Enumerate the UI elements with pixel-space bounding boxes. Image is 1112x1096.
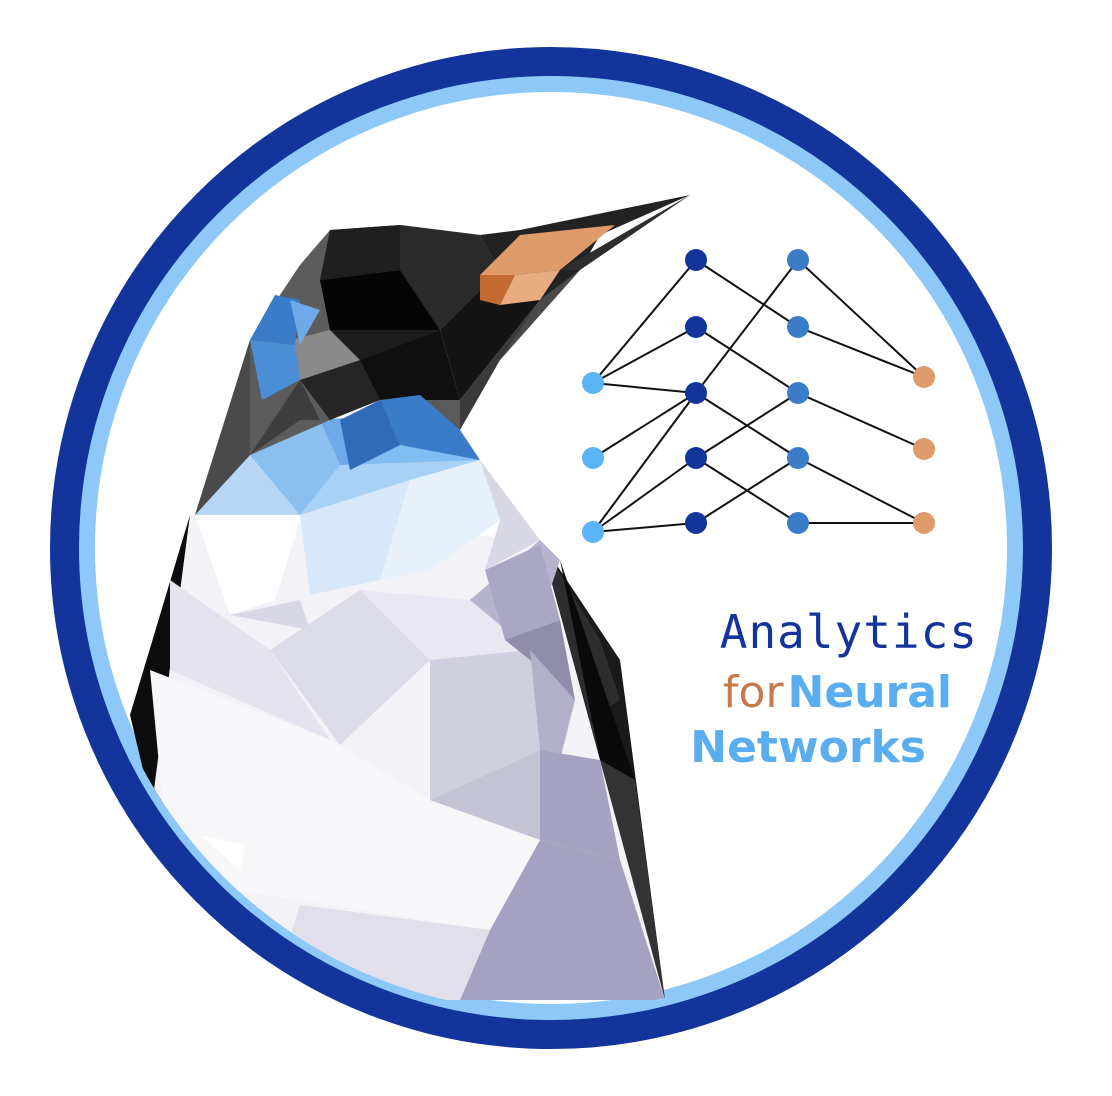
hidden-node [685, 316, 707, 338]
hidden-node [787, 447, 809, 469]
output-node [913, 366, 935, 388]
output-node [913, 438, 935, 460]
input-node [582, 521, 604, 543]
hidden-node [787, 512, 809, 534]
wordmark-for: for [723, 667, 784, 718]
wordmark-line2: for Neural [723, 667, 952, 718]
logo-badge: Analytics for Neural Networks [0, 0, 1112, 1096]
input-node [582, 447, 604, 469]
wordmark-analytics: Analytics [720, 605, 978, 659]
hidden-node [787, 316, 809, 338]
input-node [582, 372, 604, 394]
logo-artwork: Analytics for Neural Networks [50, 47, 1052, 1049]
hidden-node [685, 447, 707, 469]
output-node [913, 512, 935, 534]
wordmark-networks: Networks [690, 722, 926, 773]
hidden-node [685, 512, 707, 534]
hidden-node [685, 382, 707, 404]
hidden-node [787, 382, 809, 404]
wordmark-neural: Neural [788, 667, 952, 718]
hidden-node [685, 249, 707, 271]
hidden-node [787, 249, 809, 271]
